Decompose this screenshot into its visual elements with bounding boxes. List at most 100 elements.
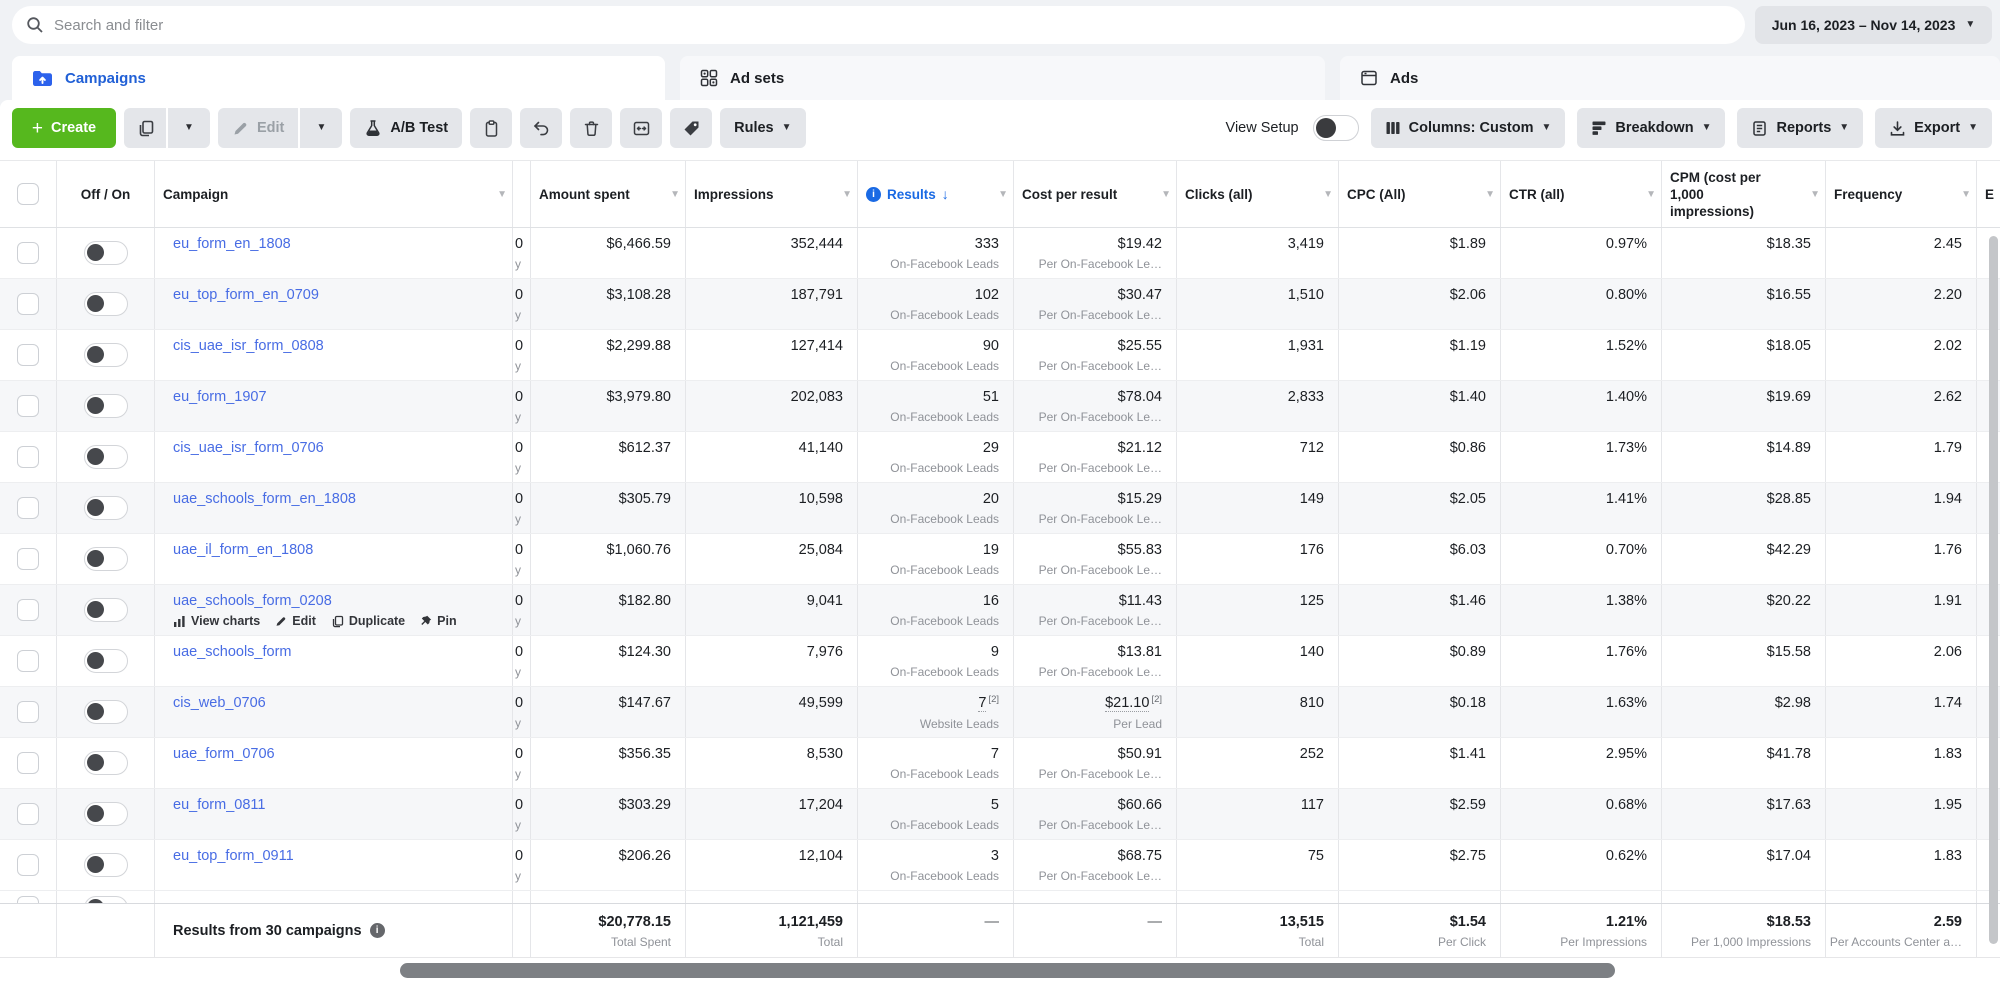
row-checkbox[interactable] [17,344,39,366]
amount-spent-cell: $305.79 [531,483,686,533]
columns-button[interactable]: Columns: Custom ▼ [1371,108,1566,148]
row-action-view-charts[interactable]: View charts [173,614,260,628]
info-icon[interactable]: i [370,923,385,938]
results-cell-superscript: [2] [988,690,999,709]
select-all-checkbox[interactable] [17,183,39,205]
table-body: eu_form_en_18080y$6,466.59352,444333On-F… [0,228,2000,891]
frequency-cell: 1.74 [1826,687,1977,737]
row-checkbox[interactable] [17,752,39,774]
cost-per-result-cell-note: Per On-Facebook Le… [1039,563,1162,577]
tag-button[interactable] [670,108,712,148]
campaign-link[interactable]: eu_form_0811 [173,796,265,815]
export-icon [1889,120,1906,137]
campaign-link[interactable]: eu_top_form_en_0709 [173,286,319,305]
ab-test-button[interactable]: A/B Test [350,108,462,148]
campaign-link[interactable]: uae_il_form_en_1808 [173,541,313,560]
campaign-off-on-toggle[interactable] [84,445,128,469]
ab-test-label: A/B Test [390,120,448,136]
header-cpm[interactable]: CPM (cost per 1,000 impressions)▼ [1662,161,1826,227]
campaign-off-on-toggle[interactable] [84,751,128,775]
row-checkbox[interactable] [17,293,39,315]
sort-caret-icon: ▼ [842,186,852,203]
date-range-label: Jun 16, 2023 – Nov 14, 2023 [1772,17,1956,33]
campaign-link[interactable]: uae_schools_form [173,643,292,662]
header-ctr[interactable]: CTR (all)▼ [1501,161,1662,227]
campaign-link[interactable]: eu_form_en_1808 [173,235,291,254]
preview-button[interactable] [620,108,662,148]
campaign-off-on-toggle[interactable] [84,700,128,724]
cpm-cell-value: $41.78 [1767,745,1811,764]
campaign-off-on-toggle[interactable] [84,292,128,316]
create-button[interactable]: + Create [12,108,116,148]
row-checkbox[interactable] [17,395,39,417]
header-campaign[interactable]: Campaign▼ [155,161,513,227]
cost-per-result-cell-note: Per Lead [1113,717,1162,731]
edit-button[interactable]: Edit [218,108,298,148]
campaign-off-on-toggle[interactable] [84,598,128,622]
campaign-link[interactable]: uae_schools_form_en_1808 [173,490,356,509]
campaign-off-on-toggle[interactable] [84,241,128,265]
campaign-link[interactable]: cis_web_0706 [173,694,266,713]
clipboard-button[interactable] [470,108,512,148]
row-checkbox[interactable] [17,896,39,903]
row-checkbox[interactable] [17,854,39,876]
delete-button[interactable] [570,108,612,148]
row-checkbox[interactable] [17,548,39,570]
header-clicks[interactable]: Clicks (all)▼ [1177,161,1339,227]
rules-button[interactable]: Rules ▼ [720,108,805,148]
view-setup-toggle[interactable] [1313,115,1359,141]
header-amount-spent[interactable]: Amount spent▼ [531,161,686,227]
row-action-edit[interactable]: Edit [275,614,316,628]
campaign-off-on-toggle[interactable] [84,853,128,877]
campaign-link[interactable]: uae_form_0706 [173,745,275,764]
export-button[interactable]: Export ▼ [1875,108,1992,148]
campaign-off-on-toggle[interactable] [84,547,128,571]
results-cell: 16On-Facebook Leads [858,585,1014,635]
campaign-link[interactable]: eu_top_form_0911 [173,847,294,866]
campaign-off-on-toggle[interactable] [84,394,128,418]
campaign-off-on-toggle[interactable] [84,343,128,367]
campaign-link[interactable]: eu_form_1907 [173,388,267,407]
undo-button[interactable] [520,108,562,148]
clicks-cell-value: 75 [1308,847,1324,866]
duplicate-dropdown-button[interactable]: ▼ [168,108,210,148]
campaign-off-on-toggle[interactable] [84,802,128,826]
header-results[interactable]: iResults↓▼ [858,161,1014,227]
row-action-pin[interactable]: Pin [420,614,456,628]
row-action-duplicate[interactable]: Duplicate [331,614,405,628]
campaign-link[interactable]: uae_schools_form_0208 [173,592,332,611]
cost-per-result-cell-value: $11.43 [1119,592,1162,611]
row-action-label: View charts [191,614,260,628]
horizontal-scrollbar-thumb[interactable] [400,963,1615,978]
undo-icon [532,119,551,138]
row-checkbox[interactable] [17,446,39,468]
campaign-off-on-toggle[interactable] [84,649,128,673]
header-frequency[interactable]: Frequency▼ [1826,161,1977,227]
cpc-cell: $2.75 [1339,840,1501,890]
vertical-scrollbar-thumb[interactable] [1989,236,1998,944]
campaign-off-on-toggle[interactable] [84,496,128,520]
header-cpc[interactable]: CPC (All)▼ [1339,161,1501,227]
row-checkbox[interactable] [17,497,39,519]
row-checkbox[interactable] [17,803,39,825]
footer-cpc: $1.54Per Click [1339,904,1501,957]
info-icon[interactable]: i [866,187,881,202]
campaign-link[interactable]: cis_uae_isr_form_0808 [173,337,324,356]
row-checkbox[interactable] [17,599,39,621]
tab-ad-sets[interactable]: Ad sets [680,56,1325,100]
campaign-link[interactable]: cis_uae_isr_form_0706 [173,439,324,458]
row-checkbox[interactable] [17,701,39,723]
row-checkbox[interactable] [17,650,39,672]
edit-dropdown-button[interactable]: ▼ [300,108,342,148]
header-impressions[interactable]: Impressions▼ [686,161,858,227]
search-input[interactable]: Search and filter [12,6,1745,44]
reports-button[interactable]: Reports ▼ [1737,108,1863,148]
tab-campaigns[interactable]: Campaigns [12,56,665,100]
campaign-off-on-toggle[interactable] [84,896,128,903]
breakdown-button[interactable]: Breakdown ▼ [1577,108,1725,148]
tab-ads[interactable]: Ads [1340,56,2000,100]
date-range-picker[interactable]: Jun 16, 2023 – Nov 14, 2023 ▼ [1755,6,1992,44]
duplicate-button[interactable] [124,108,166,148]
row-checkbox[interactable] [17,242,39,264]
header-cost-per-result[interactable]: Cost per result▼ [1014,161,1177,227]
